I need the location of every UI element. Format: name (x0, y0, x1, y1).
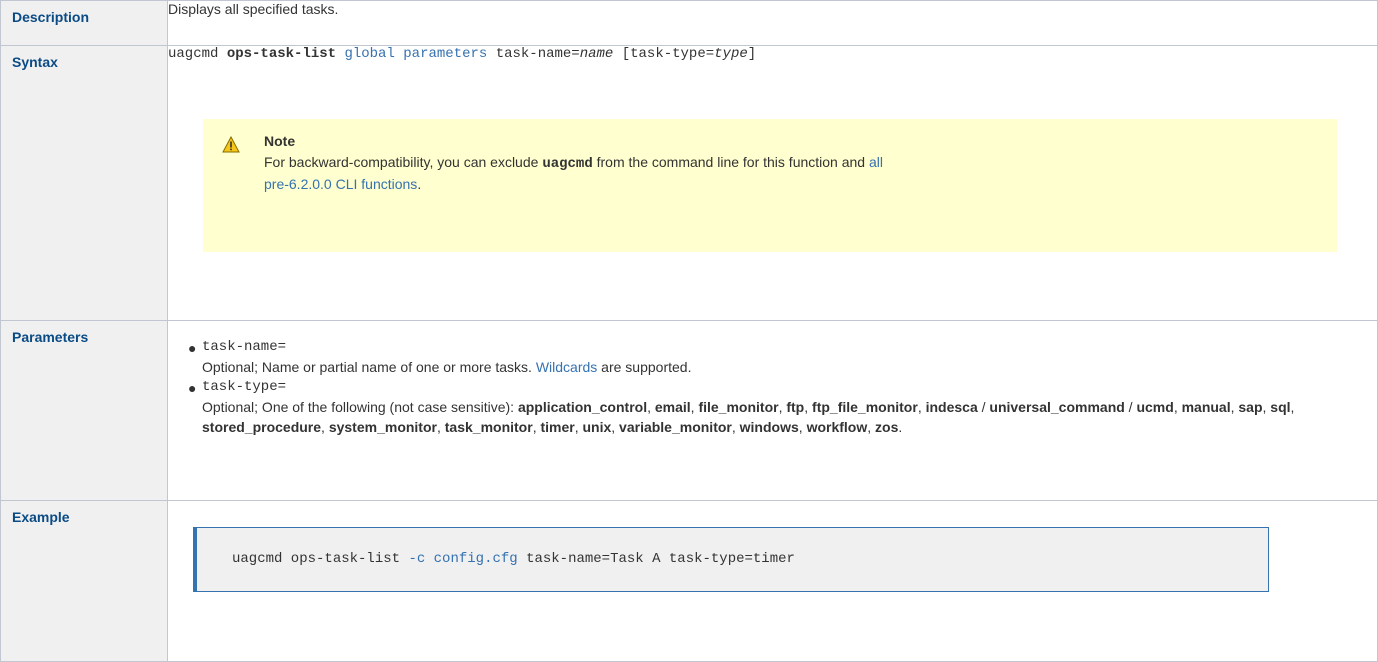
syntax-tasktype-val: type (714, 46, 748, 62)
parameters-row: Parameters ● task-name= Optional; Name o… (0, 320, 1378, 501)
parameters-header: Parameters (0, 320, 168, 501)
parameters-list: ● task-name= Optional; Name or partial n… (168, 337, 1377, 437)
task-type-unix: unix (582, 419, 612, 435)
task-type-windows: windows (739, 419, 799, 435)
task-type-ftp: ftp (786, 399, 805, 415)
syntax-cell: uagcmd ops-task-list global parameters t… (167, 45, 1378, 321)
example-row: Example uagcmd ops-task-list -c config.c… (0, 500, 1378, 662)
description-row: Description Displays all specified tasks… (0, 0, 1378, 46)
note-text-before: For backward-compatibility, you can excl… (264, 154, 543, 170)
task-type-ftp-file-monitor: ftp_file_monitor (812, 399, 918, 415)
task-type-timer: timer (540, 419, 575, 435)
syntax-taskname-val: name (579, 46, 614, 62)
note-title: Note (264, 133, 296, 149)
syntax-tasktype-prefix: [task-type= (621, 46, 715, 62)
task-type-application-control: application_control (517, 399, 648, 415)
parameter-desc: Optional; Name or partial name of one or… (202, 357, 1377, 377)
syntax-cmd: uagcmd (168, 46, 219, 62)
parameter-name: task-type= (202, 379, 287, 395)
syntax-taskname-key: task-name= (495, 46, 580, 62)
wildcards-link[interactable]: Wildcards (536, 359, 597, 375)
cli-function-table: Description Displays all specified tasks… (0, 0, 1378, 662)
global-parameters-link[interactable]: global parameters (344, 46, 487, 62)
example-cell: uagcmd ops-task-list -c config.cfg task-… (167, 500, 1378, 662)
task-type-system-monitor: system_monitor (328, 419, 437, 435)
syntax-subcommand: ops-task-list (226, 46, 337, 62)
description-cell: Displays all specified tasks. (167, 0, 1378, 46)
parameter-item-task-name: ● task-name= Optional; Name or partial n… (188, 337, 1377, 377)
task-type-manual: manual (1181, 399, 1231, 415)
parameter-desc-text: Optional; One of the following (not case… (202, 399, 518, 415)
task-type-sap: sap (1238, 399, 1263, 415)
task-type-file-monitor: file_monitor (698, 399, 779, 415)
parameter-desc: Optional; One of the following (not case… (202, 399, 1295, 435)
task-type-indesca: indesca (925, 399, 978, 415)
task-type-sql: sql (1270, 399, 1291, 415)
example-code-block: uagcmd ops-task-list -c config.cfg task-… (193, 527, 1269, 592)
warning-icon (222, 136, 240, 153)
task-type-task-monitor: task_monitor (444, 419, 533, 435)
bullet-icon: ● (188, 380, 197, 396)
note-box: Note For backward-compatibility, you can… (203, 119, 1337, 252)
task-type-variable-monitor: variable_monitor (619, 419, 732, 435)
parameter-desc-text: Optional; Name or partial name of one or… (202, 359, 536, 375)
example-flag: -c (408, 551, 426, 567)
bullet-icon: ● (188, 340, 197, 356)
syntax-line: uagcmd ops-task-list global parameters t… (168, 46, 1377, 62)
example-cmd: uagcmd ops-task-list (232, 551, 409, 567)
task-type-ucmd: ucmd (1136, 399, 1174, 415)
task-type-zos: zos (875, 419, 899, 435)
link-line-1[interactable]: all (869, 154, 883, 170)
task-type-workflow: workflow (806, 419, 868, 435)
note-body: For backward-compatibility, you can excl… (264, 152, 1264, 194)
parameter-item-task-type: ● task-type= Optional; One of the follow… (188, 377, 1377, 437)
syntax-row: Syntax uagcmd ops-task-list global param… (0, 45, 1378, 321)
link-line-2[interactable]: pre-6.2.0.0 CLI functions (264, 176, 417, 192)
parameter-desc-tail: are supported. (597, 359, 692, 375)
syntax-tasktype-suffix: ] (747, 46, 757, 62)
description-header: Description (0, 0, 168, 46)
parameters-cell: ● task-name= Optional; Name or partial n… (167, 320, 1378, 501)
note-text-after: . (417, 176, 422, 192)
task-type-universal-command: universal_command (989, 399, 1125, 415)
syntax-header: Syntax (0, 45, 168, 321)
note-text-middle: from the command line for this function … (592, 154, 869, 170)
note-code: uagcmd (542, 156, 593, 172)
parameter-name: task-name= (202, 339, 287, 355)
example-header: Example (0, 500, 168, 662)
task-type-email: email (654, 399, 691, 415)
example-file: config.cfg (433, 551, 518, 567)
example-args: task-name=Task A task-type=timer (517, 551, 795, 567)
task-type-stored-procedure: stored_procedure (202, 419, 322, 435)
